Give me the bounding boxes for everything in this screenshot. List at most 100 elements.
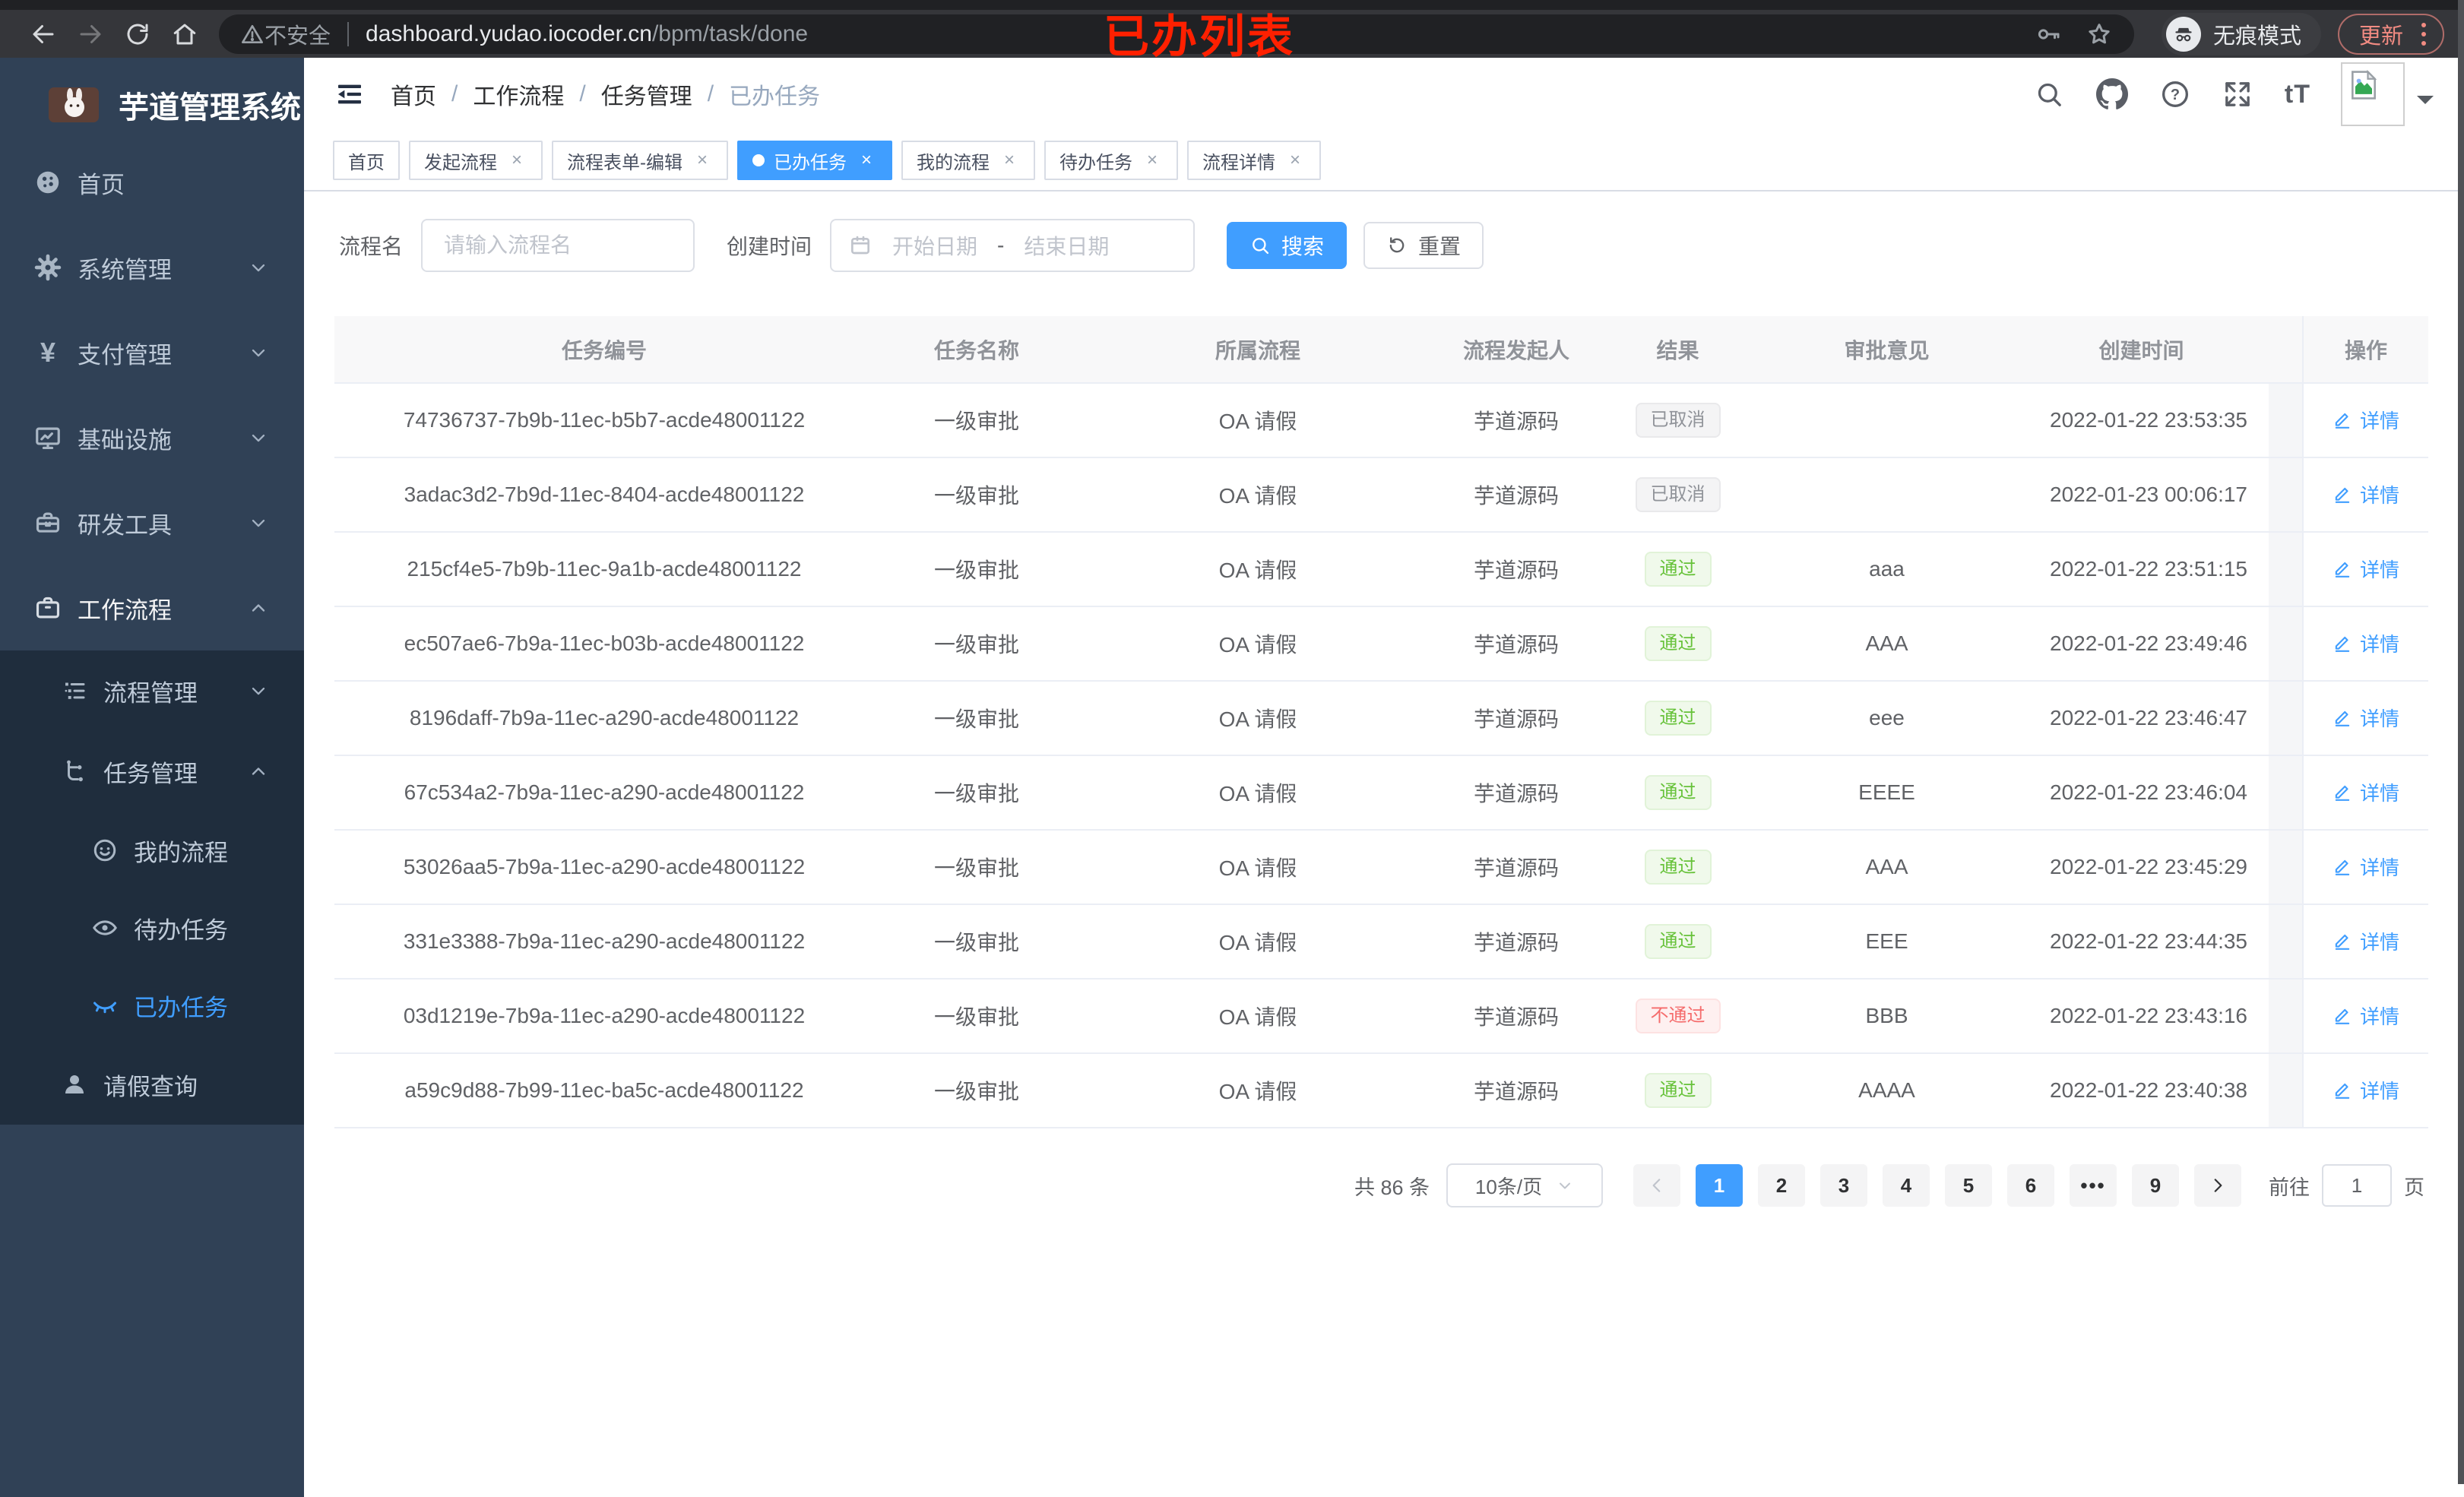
close-icon[interactable]: ×: [999, 150, 1020, 171]
eye-icon: [93, 920, 117, 935]
prev-page-button[interactable]: [1633, 1164, 1680, 1207]
sidebar-item-system[interactable]: 系统管理: [0, 225, 304, 310]
sidebar-item-home[interactable]: 首页: [0, 140, 304, 225]
sidebar-item-label: 首页: [78, 171, 125, 198]
start-date-placeholder[interactable]: 开始日期: [892, 230, 977, 261]
tab-process-detail[interactable]: 流程详情 ×: [1187, 141, 1321, 180]
sidebar-item-label: 我的流程: [134, 839, 228, 866]
edit-pencil-icon: [2335, 488, 2350, 504]
url-host[interactable]: dashboard.yudao.iocoder.cn: [366, 21, 652, 47]
breadcrumb-home[interactable]: 首页: [391, 78, 436, 111]
browser-update-button[interactable]: 更新: [2337, 13, 2444, 55]
fullscreen-icon[interactable]: [2222, 79, 2253, 109]
sidebar-item-my-process[interactable]: 我的流程: [0, 812, 304, 889]
status-badge: 通过: [1644, 701, 1712, 736]
detail-link[interactable]: 详情: [2333, 406, 2399, 434]
browser-menu-dots-icon[interactable]: [2418, 20, 2429, 49]
github-icon[interactable]: [2095, 78, 2128, 110]
page-size-select[interactable]: 10条/页: [1446, 1163, 1603, 1207]
page-button[interactable]: 4: [1883, 1164, 1930, 1207]
close-icon[interactable]: ×: [1142, 150, 1163, 171]
page-button[interactable]: 6: [2007, 1164, 2054, 1207]
font-size-icon[interactable]: tT: [2285, 80, 2310, 109]
sidebar-item-todo-tasks[interactable]: 待办任务: [0, 889, 304, 967]
tab-process-form-edit[interactable]: 流程表单-编辑 ×: [552, 141, 728, 180]
detail-link[interactable]: 详情: [2333, 480, 2399, 508]
browser-forward-icon[interactable]: [67, 14, 114, 54]
sidebar-item-leave-query[interactable]: 请假查询: [0, 1044, 304, 1125]
detail-link[interactable]: 详情: [2333, 778, 2399, 806]
page-button[interactable]: 3: [1820, 1164, 1867, 1207]
page-button[interactable]: 5: [1945, 1164, 1992, 1207]
detail-link[interactable]: 详情: [2333, 927, 2399, 955]
page-unit-label: 页: [2404, 1176, 2424, 1199]
page-button[interactable]: 9: [2132, 1164, 2179, 1207]
breadcrumb-task-management[interactable]: 任务管理: [601, 78, 692, 111]
detail-link[interactable]: 详情: [2333, 629, 2399, 657]
next-page-button[interactable]: [2194, 1164, 2241, 1207]
page-button[interactable]: 2: [1758, 1164, 1805, 1207]
user-avatar[interactable]: [2341, 62, 2434, 126]
chevron-up-icon: [248, 761, 269, 782]
sidebar-item-task-management[interactable]: 任务管理: [0, 731, 304, 812]
close-icon[interactable]: ×: [856, 150, 877, 171]
tab-start-process[interactable]: 发起流程 ×: [409, 141, 543, 180]
edit-pencil-icon: [2335, 562, 2350, 578]
update-label[interactable]: 更新: [2359, 18, 2403, 50]
help-icon[interactable]: ?: [2160, 79, 2190, 109]
search-icon[interactable]: [2034, 79, 2064, 109]
close-icon[interactable]: ×: [692, 150, 713, 171]
sidebar-item-workflow[interactable]: 工作流程: [0, 565, 304, 650]
tab-my-process[interactable]: 我的流程 ×: [901, 141, 1035, 180]
close-icon[interactable]: ×: [1284, 150, 1306, 171]
done-task-table: 任务编号 任务名称 所属流程 流程发起人 结果 审批意见 创建时间 操作 747…: [334, 316, 2428, 1128]
process-name-input[interactable]: [421, 219, 695, 272]
tab-done-tasks[interactable]: 已办任务 ×: [737, 141, 892, 180]
end-date-placeholder[interactable]: 结束日期: [1024, 230, 1109, 261]
detail-link[interactable]: 详情: [2333, 853, 2399, 881]
sidebar-item-process-management[interactable]: 流程管理: [0, 650, 304, 731]
table-row: 53026aa5-7b9a-11ec-a290-acde48001122 一级审批…: [334, 830, 2428, 905]
table-row: 3adac3d2-7b9d-11ec-8404-acde48001122 一级审批…: [334, 457, 2428, 533]
page-button[interactable]: 1: [1696, 1164, 1743, 1207]
search-button[interactable]: 搜索: [1227, 222, 1348, 269]
header-actions: ? tT: [2002, 62, 2434, 126]
close-icon[interactable]: ×: [506, 150, 527, 171]
bookmark-star-icon[interactable]: [2086, 21, 2113, 48]
goto-page-input[interactable]: [2322, 1164, 2392, 1207]
person-icon: [65, 1075, 84, 1093]
detail-link[interactable]: 详情: [2333, 555, 2399, 583]
breadcrumb-workflow[interactable]: 工作流程: [473, 78, 564, 111]
detail-link[interactable]: 详情: [2333, 704, 2399, 732]
browser-home-icon[interactable]: [161, 14, 208, 54]
sidebar-item-payment[interactable]: ¥ 支付管理: [0, 310, 304, 395]
table-row: 8196daff-7b9a-11ec-a290-acde48001122 一级审批…: [334, 681, 2428, 756]
tab-todo-tasks[interactable]: 待办任务 ×: [1044, 141, 1178, 180]
status-badge: 通过: [1644, 626, 1712, 661]
detail-link[interactable]: 详情: [2333, 1002, 2399, 1030]
eye-closed-icon: [93, 1002, 116, 1014]
more-pages-button[interactable]: •••: [2070, 1164, 2117, 1207]
sidebar-item-infrastructure[interactable]: 基础设施: [0, 395, 304, 480]
sidebar-fold-icon[interactable]: [334, 79, 365, 109]
insecure-label[interactable]: 不安全: [264, 18, 331, 50]
sidebar-item-done-tasks[interactable]: 已办任务: [0, 967, 304, 1044]
detail-link[interactable]: 详情: [2333, 1076, 2399, 1104]
incognito-icon: [2165, 16, 2201, 52]
browser-reload-icon[interactable]: [114, 14, 161, 54]
browser-back-icon[interactable]: [20, 14, 67, 54]
col-create-time: 创建时间: [2014, 316, 2269, 384]
chevron-down-icon: [1556, 1176, 1574, 1195]
sidebar-item-label: 系统管理: [78, 256, 172, 283]
sidebar-item-devtools[interactable]: 研发工具: [0, 480, 304, 565]
tab-home[interactable]: 首页: [333, 141, 400, 180]
insecure-warning-icon[interactable]: [240, 22, 264, 46]
toolbox-icon: [36, 512, 60, 533]
sidebar-item-label: 研发工具: [78, 511, 172, 539]
edit-pencil-icon: [2335, 1009, 2350, 1025]
url-path[interactable]: /bpm/task/done: [652, 21, 808, 47]
date-range-picker[interactable]: 开始日期 - 结束日期: [830, 219, 1196, 272]
sidebar-item-label: 支付管理: [78, 341, 172, 369]
password-key-icon[interactable]: [2035, 21, 2063, 48]
reset-button[interactable]: 重置: [1363, 222, 1484, 269]
